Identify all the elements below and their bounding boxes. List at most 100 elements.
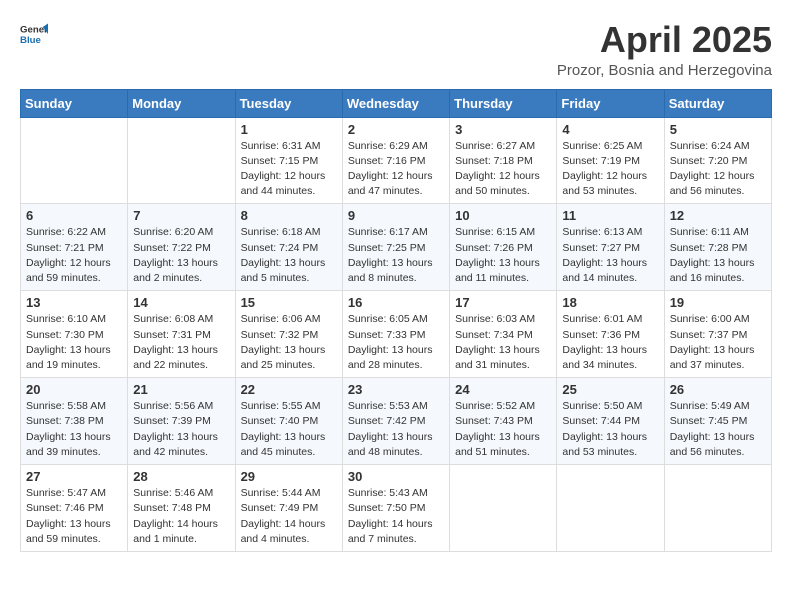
calendar-cell: 17Sunrise: 6:03 AMSunset: 7:34 PMDayligh… [450, 291, 557, 378]
calendar-cell: 8Sunrise: 6:18 AMSunset: 7:24 PMDaylight… [235, 204, 342, 291]
day-info: Sunrise: 6:20 AMSunset: 7:22 PMDaylight:… [133, 225, 229, 286]
day-number: 11 [562, 208, 658, 223]
day-info: Sunrise: 5:53 AMSunset: 7:42 PMDaylight:… [348, 399, 444, 460]
day-number: 7 [133, 208, 229, 223]
day-number: 27 [26, 469, 122, 484]
calendar-cell: 5 Sunrise: 6:24 AMSunset: 7:20 PMDaylight… [664, 117, 771, 204]
calendar-cell [664, 465, 771, 552]
day-info: Sunrise: 6:18 AMSunset: 7:24 PMDaylight:… [241, 225, 337, 286]
weekday-header-monday: Monday [128, 89, 235, 117]
calendar-body: 1 Sunrise: 6:31 AMSunset: 7:15 PMDaylight… [21, 117, 772, 551]
day-info: Sunrise: 6:24 AMSunset: 7:20 PMDaylight:… [670, 139, 766, 200]
day-number: 12 [670, 208, 766, 223]
calendar-cell [128, 117, 235, 204]
day-info: Sunrise: 6:08 AMSunset: 7:31 PMDaylight:… [133, 312, 229, 373]
day-number: 13 [26, 295, 122, 310]
calendar-cell: 22 Sunrise: 5:55 AMSunset: 7:40 PMDayligh… [235, 378, 342, 465]
day-number: 14 [133, 295, 229, 310]
day-number: 18 [562, 295, 658, 310]
day-number: 20 [26, 382, 122, 397]
calendar-cell: 20 Sunrise: 5:58 AMSunset: 7:38 PMDayligh… [21, 378, 128, 465]
calendar-cell: 29 Sunrise: 5:44 AMSunset: 7:49 PMDayligh… [235, 465, 342, 552]
calendar-cell: 16 Sunrise: 6:05 AMSunset: 7:33 PMDayligh… [342, 291, 449, 378]
day-number: 15 [241, 295, 337, 310]
day-info: Sunrise: 6:27 AMSunset: 7:18 PMDaylight:… [455, 139, 551, 200]
day-info: Sunrise: 5:56 AMSunset: 7:39 PMDaylight:… [133, 399, 229, 460]
day-info: Sunrise: 5:55 AMSunset: 7:40 PMDaylight:… [241, 399, 337, 460]
day-number: 4 [562, 122, 658, 137]
calendar-cell: 18 Sunrise: 6:01 AMSunset: 7:36 PMDayligh… [557, 291, 664, 378]
day-number: 16 [348, 295, 444, 310]
day-info: Sunrise: 5:47 AMSunset: 7:46 PMDaylight:… [26, 486, 122, 547]
day-number: 5 [670, 122, 766, 137]
day-info: Sunrise: 5:50 AMSunset: 7:44 PMDaylight:… [562, 399, 658, 460]
title-block: April 2025 Prozor, Bosnia and Herzegovin… [557, 20, 772, 79]
calendar-cell: 24Sunrise: 5:52 AMSunset: 7:43 PMDayligh… [450, 378, 557, 465]
day-number: 19 [670, 295, 766, 310]
calendar-week-4: 20 Sunrise: 5:58 AMSunset: 7:38 PMDayligh… [21, 378, 772, 465]
weekday-header-friday: Friday [557, 89, 664, 117]
calendar-cell: 25 Sunrise: 5:50 AMSunset: 7:44 PMDayligh… [557, 378, 664, 465]
svg-text:Blue: Blue [20, 35, 41, 46]
day-number: 25 [562, 382, 658, 397]
calendar-cell: 28 Sunrise: 5:46 AMSunset: 7:48 PMDayligh… [128, 465, 235, 552]
calendar-cell [450, 465, 557, 552]
day-number: 24 [455, 382, 551, 397]
day-number: 26 [670, 382, 766, 397]
calendar-cell: 19 Sunrise: 6:00 AMSunset: 7:37 PMDayligh… [664, 291, 771, 378]
calendar-cell: 10 Sunrise: 6:15 AMSunset: 7:26 PMDayligh… [450, 204, 557, 291]
day-number: 22 [241, 382, 337, 397]
day-info: Sunrise: 6:31 AMSunset: 7:15 PMDaylight:… [241, 139, 337, 200]
page-header: General Blue April 2025 Prozor, Bosnia a… [20, 20, 772, 79]
calendar-cell: 15 Sunrise: 6:06 AMSunset: 7:32 PMDayligh… [235, 291, 342, 378]
calendar-cell: 30Sunrise: 5:43 AMSunset: 7:50 PMDayligh… [342, 465, 449, 552]
calendar-cell: 26 Sunrise: 5:49 AMSunset: 7:45 PMDayligh… [664, 378, 771, 465]
logo: General Blue [20, 20, 48, 48]
day-info: Sunrise: 5:58 AMSunset: 7:38 PMDaylight:… [26, 399, 122, 460]
weekday-header-saturday: Saturday [664, 89, 771, 117]
day-info: Sunrise: 6:10 AMSunset: 7:30 PMDaylight:… [26, 312, 122, 373]
day-info: Sunrise: 6:15 AMSunset: 7:26 PMDaylight:… [455, 225, 551, 286]
day-number: 1 [241, 122, 337, 137]
day-info: Sunrise: 6:25 AMSunset: 7:19 PMDaylight:… [562, 139, 658, 200]
calendar-cell [21, 117, 128, 204]
calendar-cell: 7 Sunrise: 6:20 AMSunset: 7:22 PMDaylight… [128, 204, 235, 291]
day-number: 10 [455, 208, 551, 223]
calendar-cell: 27 Sunrise: 5:47 AMSunset: 7:46 PMDayligh… [21, 465, 128, 552]
day-info: Sunrise: 6:17 AMSunset: 7:25 PMDaylight:… [348, 225, 444, 286]
calendar-cell: 14 Sunrise: 6:08 AMSunset: 7:31 PMDayligh… [128, 291, 235, 378]
day-number: 21 [133, 382, 229, 397]
main-title: April 2025 [557, 20, 772, 60]
svg-text:General: General [20, 24, 48, 35]
weekday-header-wednesday: Wednesday [342, 89, 449, 117]
day-number: 9 [348, 208, 444, 223]
location-subtitle: Prozor, Bosnia and Herzegovina [557, 62, 772, 79]
day-info: Sunrise: 6:05 AMSunset: 7:33 PMDaylight:… [348, 312, 444, 373]
calendar-cell: 13 Sunrise: 6:10 AMSunset: 7:30 PMDayligh… [21, 291, 128, 378]
day-info: Sunrise: 6:22 AMSunset: 7:21 PMDaylight:… [26, 225, 122, 286]
calendar-week-1: 1 Sunrise: 6:31 AMSunset: 7:15 PMDaylight… [21, 117, 772, 204]
day-info: Sunrise: 5:44 AMSunset: 7:49 PMDaylight:… [241, 486, 337, 547]
day-info: Sunrise: 5:46 AMSunset: 7:48 PMDaylight:… [133, 486, 229, 547]
calendar-week-2: 6Sunrise: 6:22 AMSunset: 7:21 PMDaylight… [21, 204, 772, 291]
weekday-header-sunday: Sunday [21, 89, 128, 117]
day-number: 28 [133, 469, 229, 484]
calendar-table: SundayMondayTuesdayWednesdayThursdayFrid… [20, 89, 772, 552]
calendar-cell: 2Sunrise: 6:29 AMSunset: 7:16 PMDaylight… [342, 117, 449, 204]
calendar-week-3: 13 Sunrise: 6:10 AMSunset: 7:30 PMDayligh… [21, 291, 772, 378]
weekday-header-tuesday: Tuesday [235, 89, 342, 117]
day-number: 30 [348, 469, 444, 484]
calendar-cell: 1 Sunrise: 6:31 AMSunset: 7:15 PMDaylight… [235, 117, 342, 204]
calendar-week-5: 27 Sunrise: 5:47 AMSunset: 7:46 PMDayligh… [21, 465, 772, 552]
logo-icon: General Blue [20, 20, 48, 48]
day-info: Sunrise: 6:06 AMSunset: 7:32 PMDaylight:… [241, 312, 337, 373]
day-number: 29 [241, 469, 337, 484]
day-info: Sunrise: 6:13 AMSunset: 7:27 PMDaylight:… [562, 225, 658, 286]
day-info: Sunrise: 6:00 AMSunset: 7:37 PMDaylight:… [670, 312, 766, 373]
day-info: Sunrise: 6:01 AMSunset: 7:36 PMDaylight:… [562, 312, 658, 373]
day-info: Sunrise: 6:11 AMSunset: 7:28 PMDaylight:… [670, 225, 766, 286]
calendar-cell: 23 Sunrise: 5:53 AMSunset: 7:42 PMDayligh… [342, 378, 449, 465]
day-info: Sunrise: 6:03 AMSunset: 7:34 PMDaylight:… [455, 312, 551, 373]
day-number: 23 [348, 382, 444, 397]
day-info: Sunrise: 5:49 AMSunset: 7:45 PMDaylight:… [670, 399, 766, 460]
